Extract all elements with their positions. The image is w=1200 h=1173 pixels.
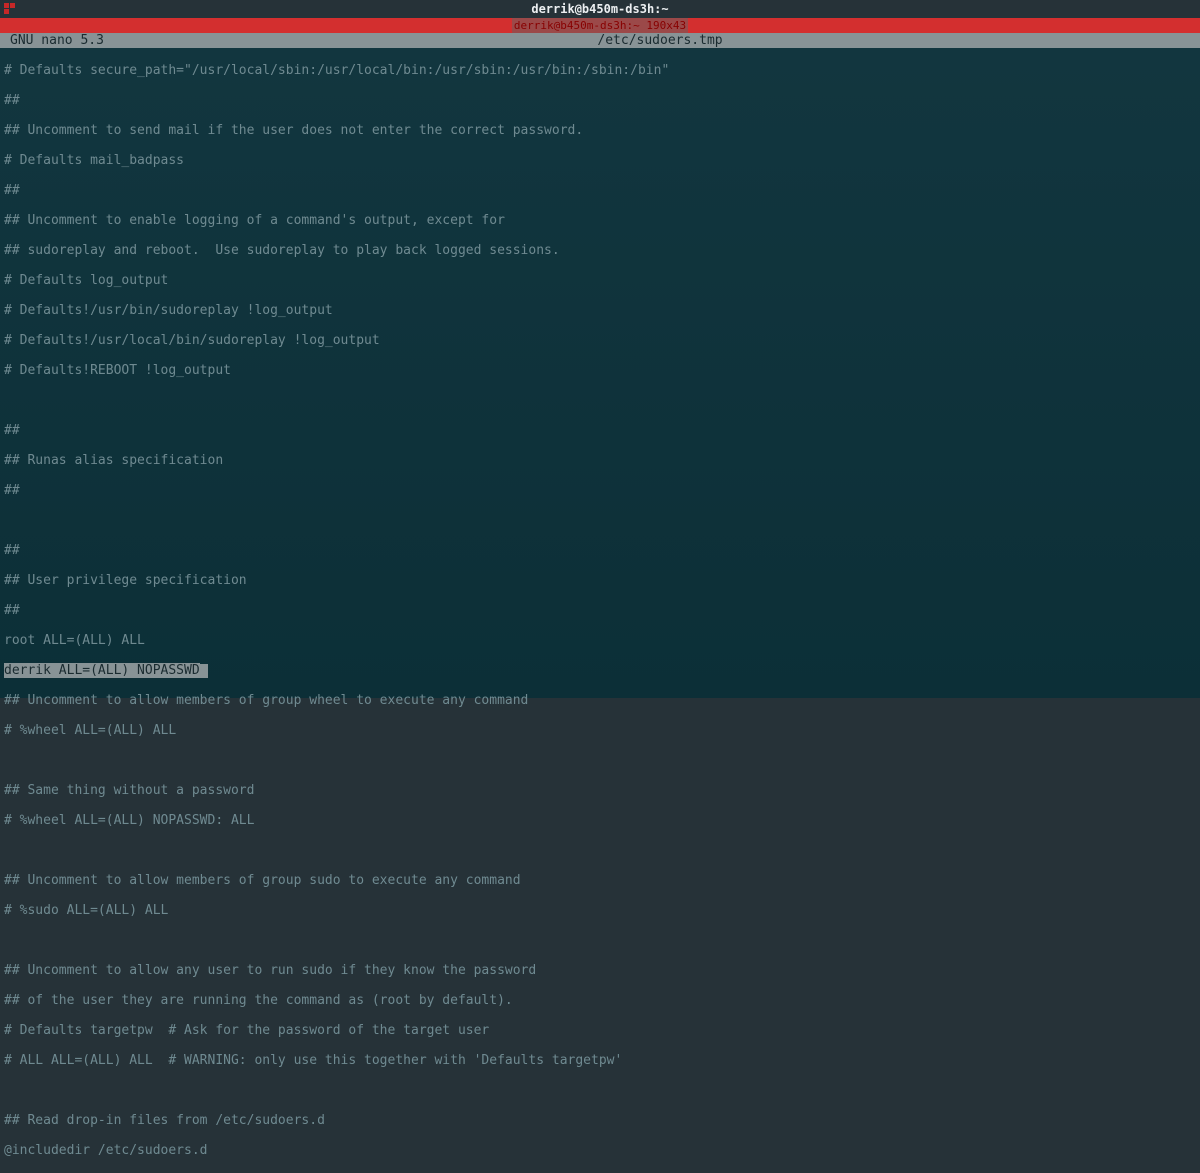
cursor-line-content: derrik ALL=(ALL) NOPASSWD <box>4 663 200 678</box>
editor-line: root ALL=(ALL) ALL <box>4 633 1196 648</box>
editor-line: ## <box>4 543 1196 558</box>
tmux-session-info: derrik@b450m-ds3h:~ 190x43 <box>512 18 688 33</box>
text-cursor <box>200 664 208 678</box>
editor-line <box>4 843 1196 858</box>
editor-line: # %sudo ALL=(ALL) ALL <box>4 903 1196 918</box>
editor-line: ## <box>4 483 1196 498</box>
nano-header-bar: GNU nano 5.3 /etc/sudoers.tmp <box>0 33 1200 48</box>
editor-line: # %wheel ALL=(ALL) ALL <box>4 723 1196 738</box>
editor-line: ## Runas alias specification <box>4 453 1196 468</box>
window-titlebar: derrik@b450m-ds3h:~ <box>0 0 1200 18</box>
editor-line: ## <box>4 423 1196 438</box>
editor-line: # Defaults log_output <box>4 273 1196 288</box>
editor-line: ## <box>4 603 1196 618</box>
editor-line: # Defaults!/usr/local/bin/sudoreplay !lo… <box>4 333 1196 348</box>
editor-line: ## Uncomment to allow any user to run su… <box>4 963 1196 978</box>
editor-line: ## sudoreplay and reboot. Use sudoreplay… <box>4 243 1196 258</box>
editor-line: ## <box>4 93 1196 108</box>
editor-line: # Defaults targetpw # Ask for the passwo… <box>4 1023 1196 1038</box>
terminal-icon <box>4 3 16 15</box>
tmux-status-bar: derrik@b450m-ds3h:~ 190x43 <box>0 18 1200 33</box>
editor-line: # %wheel ALL=(ALL) NOPASSWD: ALL <box>4 813 1196 828</box>
editor-line <box>4 753 1196 768</box>
editor-line <box>4 1083 1196 1098</box>
editor-line: ## Uncomment to send mail if the user do… <box>4 123 1196 138</box>
editor-line <box>4 933 1196 948</box>
nano-editor-area[interactable]: # Defaults secure_path="/usr/local/sbin:… <box>0 48 1200 698</box>
nano-filename: /etc/sudoers.tmp <box>597 33 722 48</box>
editor-line: ## Uncomment to allow members of group w… <box>4 693 1196 708</box>
window-title: derrik@b450m-ds3h:~ <box>531 2 668 17</box>
editor-line: # Defaults secure_path="/usr/local/sbin:… <box>4 63 1196 78</box>
editor-line: # Defaults!/usr/bin/sudoreplay !log_outp… <box>4 303 1196 318</box>
editor-line: ## of the user they are running the comm… <box>4 993 1196 1008</box>
editor-line: ## Same thing without a password <box>4 783 1196 798</box>
editor-line: ## Uncomment to allow members of group s… <box>4 873 1196 888</box>
editor-line: ## Uncomment to enable logging of a comm… <box>4 213 1196 228</box>
editor-line: # Defaults!REBOOT !log_output <box>4 363 1196 378</box>
editor-line: # Defaults mail_badpass <box>4 153 1196 168</box>
nano-app-name: GNU nano 5.3 <box>4 33 104 48</box>
editor-line: ## Read drop-in files from /etc/sudoers.… <box>4 1113 1196 1128</box>
editor-line <box>4 513 1196 528</box>
editor-line: ## <box>4 183 1196 198</box>
editor-line: # ALL ALL=(ALL) ALL # WARNING: only use … <box>4 1053 1196 1068</box>
editor-line: @includedir /etc/sudoers.d <box>4 1143 1196 1158</box>
editor-line <box>4 393 1196 408</box>
editor-line: ## User privilege specification <box>4 573 1196 588</box>
editor-cursor-line: derrik ALL=(ALL) NOPASSWD <box>4 663 1196 678</box>
